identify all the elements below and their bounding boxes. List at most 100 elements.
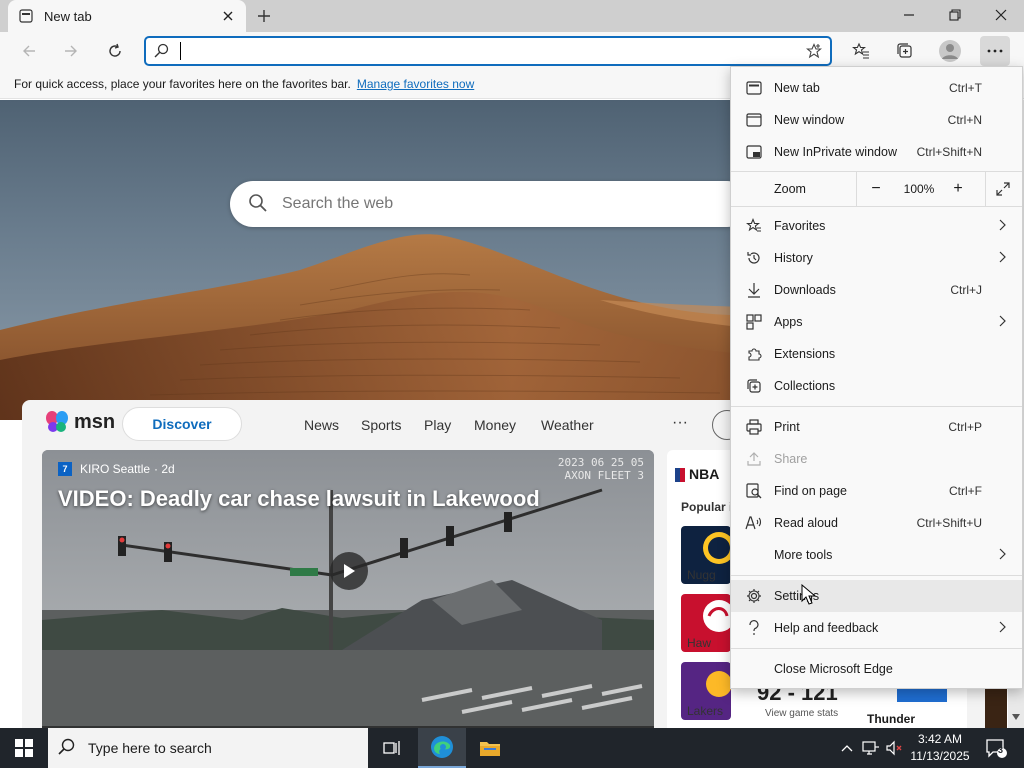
back-button[interactable] <box>14 36 44 66</box>
menu-item-new-inprivate-window[interactable]: New InPrivate window Ctrl+Shift+N <box>731 136 1022 168</box>
gear-icon <box>745 588 763 604</box>
edge-taskbar-icon[interactable] <box>418 728 466 768</box>
view-game-stats-link[interactable]: View game stats <box>765 708 838 719</box>
zoom-control: − 100% + <box>856 172 1022 206</box>
task-view-icon[interactable] <box>368 728 416 768</box>
menu-item-extensions[interactable]: Extensions <box>731 338 1022 370</box>
apps-icon <box>745 314 763 330</box>
favorites-icon[interactable] <box>846 36 876 66</box>
menu-item-settings[interactable]: Settings <box>731 580 1022 612</box>
restore-icon[interactable] <box>932 0 978 30</box>
minimize-icon[interactable] <box>886 0 932 30</box>
menu-shortcut: Ctrl+T <box>949 81 982 95</box>
add-favorite-icon[interactable] <box>806 43 822 62</box>
text-caret <box>180 42 181 60</box>
chevron-right-icon <box>999 548 1006 563</box>
tab-money[interactable]: Money <box>474 417 516 433</box>
forward-button[interactable] <box>56 36 86 66</box>
network-icon[interactable] <box>860 728 882 768</box>
tab-weather[interactable]: Weather <box>541 417 594 433</box>
print-icon <box>745 419 763 435</box>
notifications-icon[interactable]: 3 <box>978 728 1014 768</box>
tab-page-icon <box>18 8 34 24</box>
msn-butterfly-icon <box>46 411 68 432</box>
hero-age: · 2d <box>154 462 175 476</box>
menu-item-new-tab[interactable]: New tab Ctrl+T <box>731 72 1022 104</box>
hero-video-card[interactable]: 7 KIRO Seattle · 2d 2023 06 25 05 AXON F… <box>42 450 654 728</box>
menu-item-apps[interactable]: Apps <box>731 306 1022 338</box>
menu-item-share[interactable]: Share <box>731 443 1022 475</box>
profile-avatar[interactable] <box>935 36 965 66</box>
clock-date: 11/13/2025 <box>910 749 970 763</box>
menu-item-print[interactable]: Print Ctrl+P <box>731 411 1022 443</box>
taskbar-clock[interactable]: 3:42 AM 11/13/2025 <box>905 731 975 765</box>
menu-label: Extensions <box>774 347 836 361</box>
close-tab-icon[interactable] <box>220 8 236 24</box>
zoom-in-button[interactable]: + <box>941 172 975 206</box>
menu-item-more-tools[interactable]: More tools <box>731 539 1022 571</box>
hero-dashcam-stamp: 2023 06 25 05 AXON FLEET 3 <box>558 456 644 482</box>
menu-label: New InPrivate window <box>774 145 897 159</box>
manage-favorites-link[interactable]: Manage favorites now <box>357 77 474 91</box>
menu-item-downloads[interactable]: Downloads Ctrl+J <box>731 274 1022 306</box>
close-window-icon[interactable] <box>978 0 1024 30</box>
collections-icon[interactable] <box>890 36 920 66</box>
windows-start-icon[interactable] <box>0 728 48 768</box>
feed-more-icon[interactable]: ··· <box>672 414 688 432</box>
tab-discover[interactable]: Discover <box>122 407 242 441</box>
nba-popular-label: Popular i <box>681 500 733 514</box>
menu-separator <box>731 575 1022 576</box>
menu-label: Close Microsoft Edge <box>774 662 893 676</box>
menu-label: Print <box>774 420 800 434</box>
menu-label: Find on page <box>774 484 847 498</box>
nba-title: NBA <box>689 466 720 482</box>
menu-shortcut: Ctrl+N <box>947 113 982 127</box>
menu-separator <box>731 206 1022 207</box>
tab-play[interactable]: Play <box>424 417 451 433</box>
taskbar-search-placeholder: Type here to search <box>88 740 212 756</box>
file-explorer-icon[interactable] <box>466 728 514 768</box>
search-icon <box>146 43 176 59</box>
kiro-logo-icon: 7 <box>58 462 72 476</box>
menu-shortcut: Ctrl+J <box>950 283 982 297</box>
refresh-button[interactable] <box>100 36 130 66</box>
fullscreen-icon[interactable] <box>985 172 1019 206</box>
tab-new-tab[interactable]: New tab <box>8 0 246 32</box>
msn-logo-text: msn <box>74 410 116 433</box>
hero-title[interactable]: VIDEO: Deadly car chase lawsuit in Lakew… <box>58 486 540 512</box>
settings-and-more-button[interactable] <box>980 36 1010 66</box>
menu-item-help-and-feedback[interactable]: Help and feedback <box>731 612 1022 644</box>
favorites-bar-message: For quick access, place your favorites h… <box>14 77 351 91</box>
title-bar: New tab <box>0 0 1024 32</box>
taskbar-search-box[interactable]: Type here to search <box>48 728 368 768</box>
menu-item-history[interactable]: History <box>731 242 1022 274</box>
address-bar[interactable] <box>144 36 832 66</box>
notification-count: 3 <box>998 745 1004 755</box>
new-window-icon <box>745 112 763 128</box>
zoom-label: Zoom <box>774 182 806 196</box>
menu-item-close-microsoft-edge[interactable]: Close Microsoft Edge <box>731 653 1022 685</box>
chevron-right-icon <box>999 251 1006 266</box>
web-search-box[interactable]: Search the web <box>230 181 750 227</box>
menu-item-read-aloud[interactable]: Read aloud Ctrl+Shift+U <box>731 507 1022 539</box>
menu-item-collections[interactable]: Collections <box>731 370 1022 402</box>
scroll-down-icon[interactable] <box>1012 714 1020 720</box>
msn-logo[interactable]: msn <box>44 410 115 434</box>
hero-source[interactable]: 7 KIRO Seattle · 2d <box>58 462 175 476</box>
menu-item-new-window[interactable]: New window Ctrl+N <box>731 104 1022 136</box>
play-icon[interactable] <box>330 552 368 590</box>
tab-sports[interactable]: Sports <box>361 417 401 433</box>
settings-and-more-menu: New tab Ctrl+T New window Ctrl+N New InP… <box>730 66 1023 689</box>
zoom-out-button[interactable]: − <box>859 172 893 206</box>
team-name-lakers: Lakers <box>687 704 724 718</box>
stamp-line-2: AXON FLEET 3 <box>564 469 644 482</box>
menu-label: Favorites <box>774 219 826 233</box>
web-search-placeholder: Search the web <box>282 195 394 212</box>
chevron-up-icon[interactable] <box>838 728 856 768</box>
menu-separator <box>731 648 1022 649</box>
menu-item-favorites[interactable]: Favorites <box>731 210 1022 242</box>
tab-news[interactable]: News <box>304 417 339 433</box>
volume-muted-icon[interactable] <box>884 728 904 768</box>
menu-item-find-on-page[interactable]: Find on page Ctrl+F <box>731 475 1022 507</box>
plus-icon[interactable] <box>252 4 276 28</box>
